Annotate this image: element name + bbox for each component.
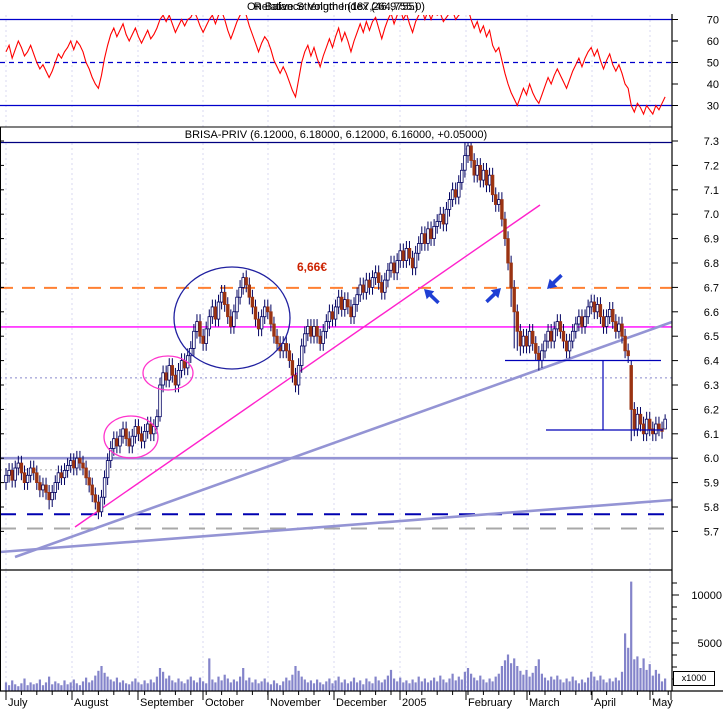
price-ytick-label: 6.2 [704,404,719,416]
indicator-ytick-label: 60 [707,36,719,48]
arrow-test-3 [547,273,563,289]
indicator-ytick-label: 50 [707,58,719,70]
arrow-test-1 [424,289,440,305]
price-ytick-label: 6.9 [704,234,719,246]
month-label-november: November [270,697,321,709]
month-label-2005: 2005 [402,697,427,709]
price-ytick-label: 7.2 [704,160,719,172]
price-ytick-label: 5.9 [704,478,719,490]
price-ytick-label: 6.0 [704,453,719,465]
indicator-ytick-label: 70 [707,15,719,27]
price-ytick-label: 6.4 [704,356,719,368]
price-ytick-label: 7.1 [704,185,719,197]
price-ytick-label: 7.0 [704,209,719,221]
month-label-october: October [205,697,245,709]
price-ytick-label: 7.3 [704,136,719,148]
price-ytick-label: 5.8 [704,502,719,514]
month-label-march: March [529,697,560,709]
volume-series [4,581,667,691]
metastock-chart-window: 70 60 50 40 30 7.3 7.2 7.1 7.0 6.9 6.8 6.7 6.6 6.5 6.4… [0,0,723,712]
arrow-test-2 [485,288,501,304]
indicator-line [5,15,666,116]
volume-ytick-label: 10000 [691,590,722,602]
price-ytick-label: 6.1 [704,429,719,441]
month-label-july: July [8,697,28,709]
volume-ytick-label: 5000 [698,638,722,650]
price-ytick-label: 6.8 [704,258,719,270]
month-label-december: December [336,697,387,709]
price-ytick-label: 6.5 [704,331,719,343]
price-ytick-label: 5.7 [704,526,719,538]
month-label-august: August [74,697,109,709]
month-label-february: February [468,697,513,709]
price-ytick-label: 6.7 [704,282,719,294]
indicator-ytick-label: 40 [707,79,719,91]
price-ytick-label: 6.6 [704,307,719,319]
month-label-may: May [652,697,673,709]
resistance-price-label: 6,66€ [297,260,328,274]
price-ytick-label: 6.3 [704,380,719,392]
indicator-ytick-label: 30 [707,101,719,113]
chart-canvas: 70 60 50 40 30 7.3 7.2 7.1 7.0 6.9 6.8 6.7 6.6 6.5 6.4… [0,14,723,700]
month-label-september: September [140,697,194,709]
month-label-april: April [594,697,617,709]
candlestick-series [4,143,667,520]
volume-units-label: x1000 [673,671,715,686]
